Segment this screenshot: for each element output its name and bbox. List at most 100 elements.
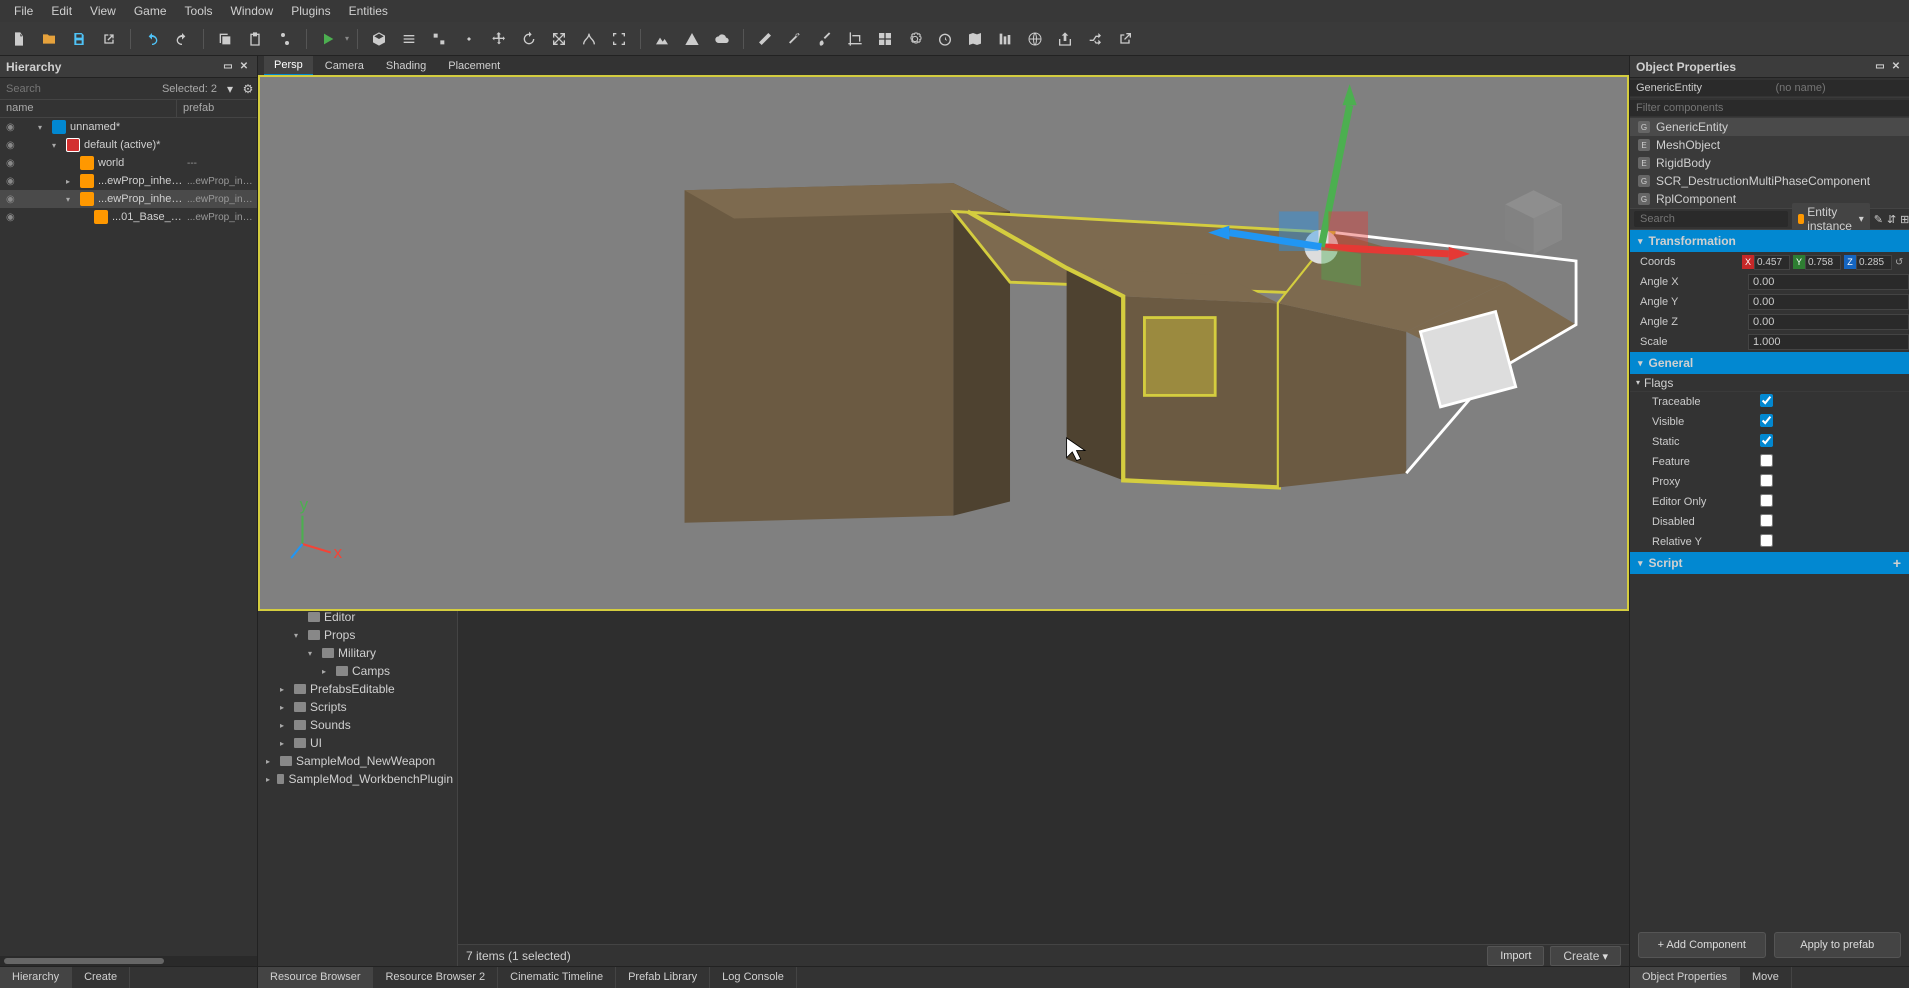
- panel-collapse-icon[interactable]: ▭: [221, 60, 235, 74]
- menu-view[interactable]: View: [82, 1, 124, 21]
- expand-icon[interactable]: ▾: [38, 123, 48, 132]
- new-file-icon[interactable]: [6, 26, 32, 52]
- rotate-icon[interactable]: [516, 26, 542, 52]
- scale-input[interactable]: [1748, 334, 1909, 350]
- external-icon[interactable]: [96, 26, 122, 52]
- resource-tree-row[interactable]: ▸ UI: [258, 734, 457, 752]
- terrain-icon[interactable]: [649, 26, 675, 52]
- add-component-button[interactable]: + Add Component: [1638, 932, 1766, 958]
- grid-icon[interactable]: [872, 26, 898, 52]
- cut-icon[interactable]: [272, 26, 298, 52]
- col-prefab[interactable]: prefab: [177, 100, 257, 117]
- expand-icon[interactable]: ▾: [294, 631, 304, 640]
- menu-edit[interactable]: Edit: [43, 1, 80, 21]
- cloud-icon[interactable]: [709, 26, 735, 52]
- visibility-icon[interactable]: ◉: [6, 194, 18, 205]
- menu-window[interactable]: Window: [223, 1, 282, 21]
- copy-icon[interactable]: [212, 26, 238, 52]
- section-transformation-header[interactable]: ▾ Transformation: [1630, 230, 1909, 252]
- tab-camera[interactable]: Camera: [315, 57, 374, 75]
- import-button[interactable]: Import: [1487, 946, 1544, 966]
- timer-icon[interactable]: [932, 26, 958, 52]
- expand-icon[interactable]: ▸: [280, 739, 290, 748]
- play-dropdown-icon[interactable]: ▾: [345, 34, 349, 43]
- hierarchy-icon[interactable]: ⇵: [1887, 211, 1896, 227]
- tab-resource-browser-2[interactable]: Resource Browser 2: [373, 967, 498, 988]
- align-icon[interactable]: [992, 26, 1018, 52]
- gear-icon[interactable]: ⚙: [239, 82, 257, 96]
- hierarchy-search-input[interactable]: [0, 81, 162, 97]
- flag-checkbox[interactable]: [1760, 414, 1773, 427]
- play-icon[interactable]: [315, 26, 341, 52]
- flag-checkbox[interactable]: [1760, 514, 1773, 527]
- property-search-input[interactable]: [1634, 211, 1788, 227]
- tab-persp[interactable]: Persp: [264, 56, 313, 75]
- undo-icon[interactable]: [139, 26, 165, 52]
- resource-tree-row[interactable]: ▸ SampleMod_NewWeapon: [258, 752, 457, 770]
- expand-icon[interactable]: ▸: [266, 775, 273, 784]
- menu-plugins[interactable]: Plugins: [283, 1, 338, 21]
- scale-icon[interactable]: [546, 26, 572, 52]
- menu-file[interactable]: File: [6, 1, 41, 21]
- component-genericentity[interactable]: GGenericEntity: [1630, 118, 1909, 136]
- coord-y-input[interactable]: [1805, 255, 1841, 270]
- move-icon[interactable]: [486, 26, 512, 52]
- export2-icon[interactable]: [1112, 26, 1138, 52]
- tree-icon[interactable]: ⊞: [1900, 211, 1909, 227]
- add-script-icon[interactable]: +: [1893, 555, 1901, 571]
- hierarchy-row[interactable]: ◉ ▾ unnamed*: [0, 118, 257, 136]
- expand-icon[interactable]: ▸: [266, 757, 276, 766]
- col-name[interactable]: name: [0, 100, 177, 117]
- resource-tree-row[interactable]: ▸ Sounds: [258, 716, 457, 734]
- wand-icon[interactable]: [782, 26, 808, 52]
- reset-icon[interactable]: ↺: [1895, 257, 1909, 268]
- warning-icon[interactable]: [679, 26, 705, 52]
- menu-entities[interactable]: Entities: [341, 1, 396, 21]
- flags-header[interactable]: ▾ Flags: [1630, 374, 1909, 392]
- open-folder-icon[interactable]: [36, 26, 62, 52]
- component-rigidbody[interactable]: ERigidBody: [1630, 154, 1909, 172]
- edit-icon[interactable]: ✎: [1874, 211, 1883, 227]
- component-meshobject[interactable]: EMeshObject: [1630, 136, 1909, 154]
- flag-checkbox[interactable]: [1760, 394, 1773, 407]
- panel-close-icon[interactable]: ✕: [237, 60, 251, 74]
- list-icon[interactable]: [396, 26, 422, 52]
- section-general-header[interactable]: ▾ General: [1630, 352, 1909, 374]
- filter-icon[interactable]: ▾: [221, 82, 239, 96]
- tab-prefab-library[interactable]: Prefab Library: [616, 967, 710, 988]
- tab-move[interactable]: Move: [1740, 967, 1792, 988]
- flag-checkbox[interactable]: [1760, 454, 1773, 467]
- redo-icon[interactable]: [169, 26, 195, 52]
- brush-icon[interactable]: [812, 26, 838, 52]
- flag-checkbox[interactable]: [1760, 434, 1773, 447]
- save-icon[interactable]: [66, 26, 92, 52]
- expand-icon[interactable]: ▾: [308, 649, 318, 658]
- link-icon[interactable]: [426, 26, 452, 52]
- expand-icon[interactable]: ▸: [66, 177, 76, 186]
- angle-z-input[interactable]: [1748, 314, 1909, 330]
- resource-tree-row[interactable]: ▾ Military: [258, 644, 457, 662]
- tab-log-console[interactable]: Log Console: [710, 967, 797, 988]
- spline-icon[interactable]: [576, 26, 602, 52]
- resource-tree-row[interactable]: ▸ SampleMod_WorkbenchPlugin: [258, 770, 457, 788]
- tab-shading[interactable]: Shading: [376, 57, 436, 75]
- expand-icon[interactable]: ▸: [322, 667, 332, 676]
- resource-tree-row[interactable]: ▸ PrefabsEditable: [258, 680, 457, 698]
- shuffle-icon[interactable]: [1082, 26, 1108, 52]
- map-icon[interactable]: [962, 26, 988, 52]
- tab-placement[interactable]: Placement: [438, 57, 510, 75]
- tab-cinematic-timeline[interactable]: Cinematic Timeline: [498, 967, 616, 988]
- cube-icon[interactable]: [366, 26, 392, 52]
- hierarchy-row[interactable]: ◉ ▾ default (active)*: [0, 136, 257, 154]
- section-script-header[interactable]: ▾ Script +: [1630, 552, 1909, 574]
- visibility-icon[interactable]: ◉: [6, 158, 18, 169]
- expand-icon[interactable]: ▸: [280, 685, 290, 694]
- gear-icon[interactable]: [902, 26, 928, 52]
- export-icon[interactable]: [1052, 26, 1078, 52]
- expand-icon[interactable]: ▾: [66, 195, 76, 204]
- visibility-icon[interactable]: ◉: [6, 140, 18, 151]
- coord-x-input[interactable]: [1754, 255, 1790, 270]
- ruler-icon[interactable]: [752, 26, 778, 52]
- expand-icon[interactable]: ▸: [280, 721, 290, 730]
- coord-z-input[interactable]: [1856, 255, 1892, 270]
